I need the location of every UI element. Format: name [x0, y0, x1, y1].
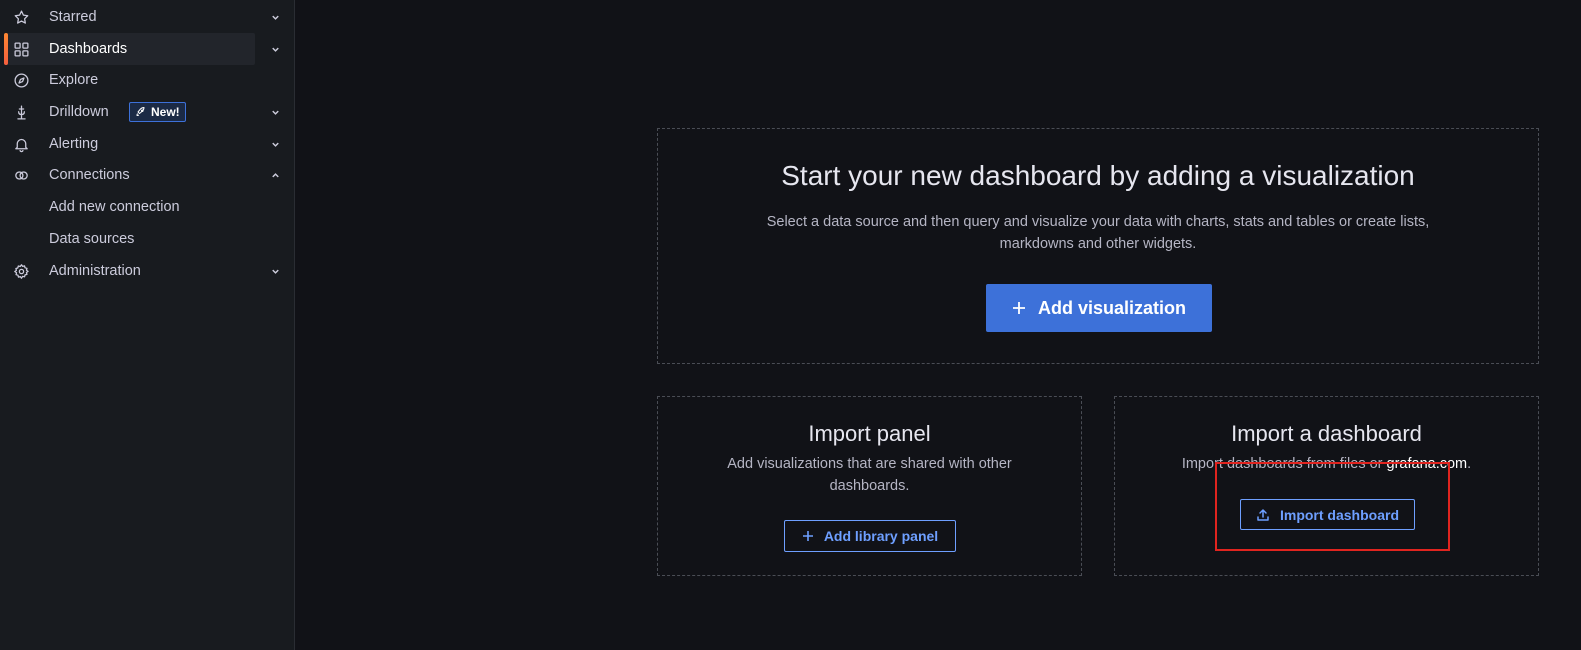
dashboards-grid-icon [12, 40, 30, 58]
sidebar-item-label: Administration [49, 263, 141, 279]
chevron-down-icon[interactable] [269, 265, 281, 277]
sidebar-item-label: Alerting [49, 136, 99, 152]
import-panel-description-line1: Add visualizations that are shared with … [727, 456, 1012, 472]
add-visualization-button[interactable]: Add visualization [986, 284, 1212, 332]
sidebar-item-dashboards[interactable]: Dashboards [4, 33, 279, 65]
sidebar-item-label: Dashboards [49, 41, 128, 57]
add-visualization-label: Add visualization [1037, 297, 1187, 318]
sidebar: Starred Dashboards Explore Drilldown New… [0, 0, 295, 650]
connections-icon [12, 166, 30, 184]
import-dashboard-label: Import dashboard [1279, 506, 1399, 523]
visualization-card-title: Start your new dashboard by adding a vis… [781, 160, 1415, 191]
visualization-card-description-line1: Select a data source and then query and … [766, 214, 1430, 230]
new-badge: New! [129, 102, 186, 122]
sidebar-subitem-data-sources[interactable]: Data sources [49, 231, 134, 247]
import-panel-title: Import panel [808, 421, 931, 446]
sidebar-item-drilldown[interactable]: Drilldown New! [4, 96, 279, 128]
star-icon [12, 8, 30, 26]
import-dashboard-description-prefix: Import dashboards from files or [1181, 456, 1387, 472]
chevron-down-icon[interactable] [269, 138, 281, 150]
sidebar-item-administration[interactable]: Administration [4, 255, 279, 287]
upload-icon [1257, 508, 1269, 521]
import-panel-description: Add visualizations that are shared with … [658, 453, 1081, 497]
sidebar-subitem-add-new-connection[interactable]: Add new connection [49, 199, 180, 215]
plus-icon [1012, 302, 1025, 314]
import-dashboard-title: Import a dashboard [1231, 421, 1422, 446]
import-panel-description-line2: dashboards. [829, 478, 910, 494]
drilldown-icon [12, 103, 30, 121]
visualization-card-description: Select a data source and then query and … [658, 211, 1538, 255]
sidebar-item-connections[interactable]: Connections [4, 159, 279, 191]
grafana-com-link[interactable]: grafana.com [1387, 456, 1468, 472]
sidebar-item-starred[interactable]: Starred [4, 1, 279, 33]
add-visualization-card: Start your new dashboard by adding a vis… [657, 128, 1539, 364]
import-dashboard-card: Import a dashboard Import dashboards fro… [1114, 396, 1539, 576]
new-badge-label: New! [151, 105, 180, 119]
chevron-up-icon[interactable] [269, 169, 281, 181]
chevron-down-icon[interactable] [269, 11, 281, 23]
add-library-panel-label: Add library panel [823, 528, 939, 544]
chevron-down-icon[interactable] [269, 106, 281, 118]
rocket-icon [136, 107, 145, 116]
sidebar-item-explore[interactable]: Explore [4, 64, 255, 96]
sidebar-item-label: Connections [49, 167, 130, 183]
compass-icon [12, 71, 30, 89]
gear-icon [12, 262, 30, 280]
import-dashboard-description-suffix: . [1467, 456, 1472, 472]
sidebar-item-alerting[interactable]: Alerting [4, 128, 279, 160]
plus-icon [802, 531, 813, 541]
sidebar-item-label: Drilldown [49, 104, 109, 120]
import-dashboard-description: Import dashboards from files or grafana.… [1115, 453, 1538, 475]
app-root: Starred Dashboards Explore Drilldown New… [0, 0, 1581, 650]
import-dashboard-button[interactable]: Import dashboard [1240, 499, 1415, 530]
add-library-panel-button[interactable]: Add library panel [784, 520, 956, 552]
chevron-down-icon[interactable] [269, 43, 281, 55]
sidebar-item-label: Starred [49, 9, 97, 25]
bell-icon [12, 135, 30, 153]
visualization-card-description-line2: markdowns and other widgets. [999, 236, 1197, 252]
import-panel-card: Import panel Add visualizations that are… [657, 396, 1082, 576]
sidebar-item-label: Explore [49, 72, 99, 88]
